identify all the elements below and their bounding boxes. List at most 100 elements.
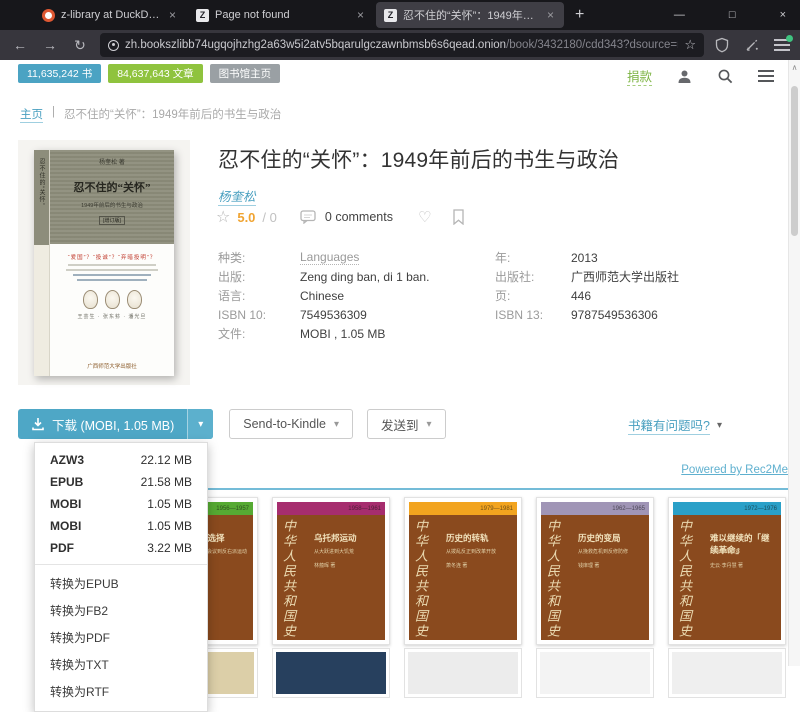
tab-close-icon[interactable]: × [167,8,178,22]
scrollbar-thumb[interactable] [791,86,798,236]
onion-site-icon [108,40,119,51]
cover-author: 杨奎松 著 [50,157,174,166]
related-book-6[interactable] [272,648,390,698]
new-identity-broom-icon[interactable] [744,37,760,53]
cover-title: 忍不住的“关怀” [50,179,174,195]
convert-epub-option[interactable]: 转换为EPUB [35,570,207,597]
rating-star-icon[interactable]: ☆ [216,207,230,227]
download-format-menu: AZW322.12 MB EPUB21.58 MB MOBI1.05 MB MO… [34,442,208,712]
donate-link[interactable]: 捐款 [627,66,652,86]
convert-txt-option[interactable]: 转换为TXT [35,651,207,678]
url-bar[interactable]: zh.bookszlibb74ugqojhzhg2a63w5i2atv5bqar… [100,33,704,57]
site-menu-icon[interactable] [758,70,774,82]
detail-row: 出版:Zeng ding ban, di 1 ban. [218,267,429,286]
related-book-7[interactable] [404,648,522,698]
portrait-sketch [83,290,98,309]
tab-book-page[interactable]: Z 忍不住的“关怀”：1949年前后的 × [376,2,564,28]
cover-subtitle: 1949年前后的书生与政治 [50,201,174,209]
download-formats-caret[interactable]: ▾ [187,409,213,439]
stat-badge-1[interactable]: 84,637,643 文章 [108,64,202,83]
bottom-cover-1 [276,652,386,694]
send-to-button[interactable]: 发送到 ▾ [367,409,446,439]
detail-row: 年:2013 [495,248,679,267]
maximize-icon[interactable]: □ [729,9,736,21]
app-menu-icon[interactable] [774,39,790,51]
related-book-2[interactable]: 1979—1981 中华人民共和国史 历史的转轨 从拨乱反正到改革开放 萧冬连 … [404,497,522,645]
related-book-8[interactable] [536,648,654,698]
reload-icon[interactable]: ↻ [70,37,90,54]
favorite-heart-icon[interactable]: ♡ [418,208,431,226]
detail-row: ISBN 13:9787549536306 [495,305,679,324]
tab-close-icon[interactable]: × [545,8,556,22]
zlibrary-icon: Z [384,9,397,22]
url-path: /book/3432180/cdd343?dsource=recomm [506,39,678,51]
bottom-cover-3 [540,652,650,694]
download-icon [31,417,45,431]
tab-title: Page not found [215,9,349,21]
format-option-pdf[interactable]: PDF3.22 MB [35,537,207,559]
format-option-epub[interactable]: EPUB21.58 MB [35,471,207,493]
portrait-sketch [127,290,142,309]
related-book-3[interactable]: 1962—1965 中华人民共和国史 历史的变局 从挽救危机到反修防修 钱庠理 … [536,497,654,645]
stat-badge-0[interactable]: 11,635,242 书 [18,64,101,83]
forward-icon[interactable]: → [40,37,60,53]
search-icon[interactable] [717,68,734,85]
stat-badge-2[interactable]: 图书馆主页 [210,64,281,83]
convert-fb2-option[interactable]: 转换为FB2 [35,597,207,624]
send-to-kindle-button[interactable]: Send-to-Kindle ▾ [229,409,353,439]
format-option-mobi[interactable]: MOBI1.05 MB [35,493,207,515]
window-controls: — □ × [674,0,786,30]
comments-icon[interactable] [300,210,316,224]
report-problem-link[interactable]: 书籍有问题吗? ▾ [628,415,722,435]
related-book-1[interactable]: 1958—1961 中华人民共和国史 乌托邦运动 从大跃进到大饥荒 林蕴晖 著 [272,497,390,645]
breadcrumb-current: 忍不住的“关怀”：1949年前后的书生与政治 [64,106,281,123]
download-button[interactable]: 下载 (MOBI, 1.05 MB) ▾ [18,409,213,439]
cover-publisher: 广西师范大学出版社 [50,362,174,370]
tab-page-not-found[interactable]: Z Page not found × [188,2,374,28]
back-icon[interactable]: ← [10,37,30,53]
site-stats: 11,635,242 书 84,637,643 文章 图书馆主页 [18,64,280,83]
shield-icon[interactable] [714,37,730,53]
cover-tagline: “爱国”？“投诚”？“弃暗投明”？ [50,253,174,261]
zlibrary-icon: Z [196,9,209,22]
category-link[interactable]: Languages [300,250,359,265]
breadcrumb-separator: | [52,106,55,123]
download-label: 下载 (MOBI, 1.05 MB) [52,415,174,434]
menu-divider [35,564,207,565]
profile-icon[interactable] [676,68,693,85]
related-cover-band-1: 1958—1961 [277,502,385,515]
related-cover-band-3: 1962—1965 [541,502,649,515]
tab-duckduckgo[interactable]: z-library at DuckDuckGo × [34,2,186,28]
menu-notification-dot [786,35,793,42]
format-option-mobi-2[interactable]: MOBI1.05 MB [35,515,207,537]
new-tab-button[interactable]: + [565,6,594,24]
book-cover-image[interactable]: 忍不住的“关怀” 杨奎松 著 忍不住的“关怀” 1949年前后的书生与政治 [增… [18,140,190,385]
detail-row: ISBN 10:7549536309 [218,305,429,324]
breadcrumb-home-link[interactable]: 主页 [20,106,43,123]
related-book-4[interactable]: 1972—1976 中华人民共和国史 难以继续的「继续革命」 从批林到批邓 史云… [668,497,786,645]
portrait-sketch [105,290,120,309]
related-book-9[interactable] [668,648,786,698]
rating-row: ☆ 5.0 / 0 0 comments ♡ [216,207,465,227]
bookmark-star-icon[interactable]: ☆ [684,37,696,53]
format-option-azw3[interactable]: AZW322.12 MB [35,449,207,471]
page-title: 忍不住的“关怀”：1949年前后的书生与政治 [218,144,778,174]
close-window-icon[interactable]: × [780,9,786,21]
minimize-icon[interactable]: — [674,9,685,21]
rating-value: 5.0 [237,210,255,225]
cover-portraits [50,290,174,309]
convert-rtf-option[interactable]: 转换为RTF [35,678,207,705]
author-link[interactable]: 杨奎松 [218,186,256,206]
tab-close-icon[interactable]: × [355,8,366,22]
detail-row: 出版社:广西师范大学出版社 [495,267,679,286]
book-details-right: 年:2013 出版社:广西师范大学出版社 页:446 ISBN 13:97875… [495,248,679,324]
comments-count[interactable]: 0 comments [325,210,393,224]
convert-pdf-option[interactable]: 转换为PDF [35,624,207,651]
page-scrollbar[interactable]: ∧ [788,60,800,666]
detail-row: 页:446 [495,286,679,305]
scroll-up-icon[interactable]: ∧ [789,60,800,72]
powered-by-link[interactable]: Powered by Rec2Me [681,464,788,476]
page-content: 11,635,242 书 84,637,643 文章 图书馆主页 捐款 主页 |… [0,60,800,666]
save-bookmark-icon[interactable] [452,209,465,225]
cover-portrait-names: 王芸生 · 张东荪 · 潘光旦 [50,313,174,320]
